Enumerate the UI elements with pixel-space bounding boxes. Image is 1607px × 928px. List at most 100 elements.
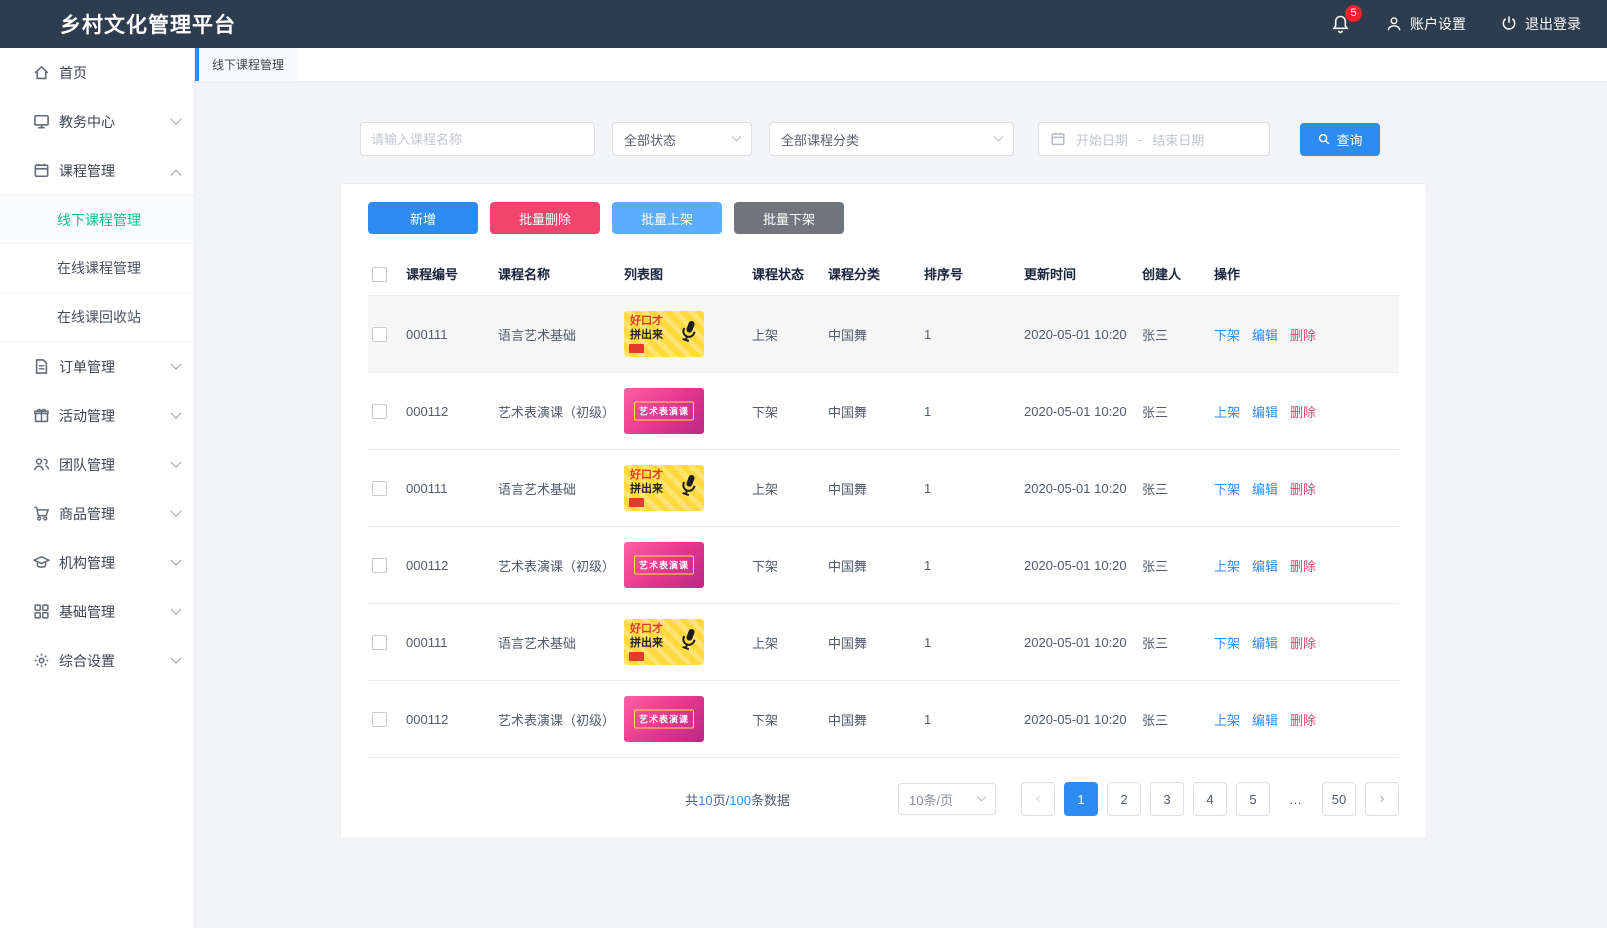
action-edit[interactable]: 编辑 [1252,482,1278,497]
table-row: 000112艺术表演课（初级）艺术表演课下架中国舞12020-05-01 10:… [368,373,1399,450]
sidebar-subitem-offline-course[interactable]: 线下课程管理 [0,195,194,244]
sidebar-item-course-mgmt[interactable]: 课程管理 [0,146,194,195]
sidebar-item-label: 活动管理 [59,406,115,426]
sidebar-item-org-mgmt[interactable]: 机构管理 [0,538,194,587]
sort-number: 1 [920,681,1020,758]
action-off-shelf[interactable]: 下架 [1214,636,1240,651]
sidebar-item-label: 商品管理 [59,504,115,524]
batch-delete-button[interactable]: 批量删除 [490,202,600,234]
chevron-down-icon [170,358,181,369]
row-checkbox[interactable] [372,558,387,573]
column-header: 课程编号 [402,254,494,296]
sidebar-subitem-online-course[interactable]: 在线课程管理 [0,244,194,293]
action-edit[interactable]: 编辑 [1252,405,1278,420]
tab-offline-course[interactable]: 线下课程管理 [195,48,297,81]
creator: 张三 [1138,527,1210,604]
next-page-button[interactable]: › [1365,782,1399,816]
action-off-shelf[interactable]: 下架 [1214,482,1240,497]
sidebar-item-team-mgmt[interactable]: 团队管理 [0,440,194,489]
action-delete[interactable]: 删除 [1290,328,1316,343]
course-id: 000112 [402,681,494,758]
sidebar-item-base-mgmt[interactable]: 基础管理 [0,587,194,636]
status-select[interactable]: 全部状态 [612,122,752,156]
update-time: 2020-05-01 10:20 [1020,450,1138,527]
creator: 张三 [1138,373,1210,450]
action-on-shelf[interactable]: 上架 [1214,713,1240,728]
page-size-select[interactable]: 10条/页 [898,783,996,815]
sort-number: 1 [920,296,1020,373]
page-button-4[interactable]: 4 [1193,782,1227,816]
action-delete[interactable]: 删除 [1290,405,1316,420]
logout-label: 退出登录 [1525,14,1581,34]
sidebar-item-label: 课程管理 [59,161,115,181]
account-settings-button[interactable]: 账户设置 [1385,14,1466,34]
search-button[interactable]: 查询 [1300,123,1380,156]
action-delete[interactable]: 删除 [1290,713,1316,728]
calendar-icon [33,162,50,179]
page-button-5[interactable]: 5 [1236,782,1270,816]
sidebar-item-activity-mgmt[interactable]: 活动管理 [0,391,194,440]
sidebar-item-order-mgmt[interactable]: 订单管理 [0,342,194,391]
page-button-3[interactable]: 3 [1150,782,1184,816]
notifications-button[interactable]: 5 [1330,14,1351,35]
logout-button[interactable]: 退出登录 [1500,14,1581,34]
thumb-text-line2: 拼出来 [630,330,663,341]
sidebar-item-label: 首页 [59,63,87,83]
course-thumbnail: 好口才拼出来 [624,311,704,357]
chevron-down-icon [170,505,181,516]
sidebar-item-home[interactable]: 首页 [0,48,194,97]
action-on-shelf[interactable]: 上架 [1214,405,1240,420]
action-off-shelf[interactable]: 下架 [1214,328,1240,343]
add-button[interactable]: 新增 [368,202,478,234]
action-delete[interactable]: 删除 [1290,482,1316,497]
prev-page-button[interactable]: ‹ [1021,782,1055,816]
chevron-down-icon [170,603,181,614]
category-select[interactable]: 全部课程分类 [769,122,1014,156]
page-button-50[interactable]: 50 [1322,782,1356,816]
page-button-1[interactable]: 1 [1064,782,1098,816]
sidebar-item-goods-mgmt[interactable]: 商品管理 [0,489,194,538]
creator: 张三 [1138,296,1210,373]
sidebar-subitem-online-recycle[interactable]: 在线课回收站 [0,293,194,342]
batch-off-shelf-button[interactable]: 批量下架 [734,202,844,234]
course-status: 上架 [748,450,824,527]
chevron-down-icon [170,652,181,663]
column-header: 课程名称 [494,254,620,296]
select-all-checkbox[interactable] [372,267,387,282]
action-edit[interactable]: 编辑 [1252,713,1278,728]
course-table-card: 新增 批量删除 批量上架 批量下架 课程编号课程名称列表图课程状态课程分类排序 [340,183,1427,839]
thumb-text-line1: 好口才 [630,316,663,327]
microphone-icon [672,311,704,351]
batch-on-shelf-button[interactable]: 批量上架 [612,202,722,234]
thumb-text-line2: 拼出来 [630,484,663,495]
course-thumbnail: 艺术表演课 [624,388,704,434]
table-row: 000111语言艺术基础好口才拼出来上架中国舞12020-05-01 10:20… [368,604,1399,681]
action-on-shelf[interactable]: 上架 [1214,559,1240,574]
action-edit[interactable]: 编辑 [1252,559,1278,574]
microphone-icon [672,465,704,505]
row-checkbox[interactable] [372,481,387,496]
course-category: 中国舞 [824,604,920,681]
table-header-row: 课程编号课程名称列表图课程状态课程分类排序号更新时间创建人操作 [368,254,1399,296]
date-start-placeholder: 开始日期 [1076,130,1128,149]
update-time: 2020-05-01 10:20 [1020,296,1138,373]
sidebar-item-edu-center[interactable]: 教务中心 [0,97,194,146]
action-delete[interactable]: 删除 [1290,636,1316,651]
action-delete[interactable]: 删除 [1290,559,1316,574]
chevron-down-icon [170,407,181,418]
notification-badge: 5 [1345,5,1362,22]
row-checkbox[interactable] [372,327,387,342]
column-header: 操作 [1210,254,1399,296]
school-icon [33,554,50,571]
action-edit[interactable]: 编辑 [1252,328,1278,343]
row-checkbox[interactable] [372,712,387,727]
row-checkbox[interactable] [372,404,387,419]
action-edit[interactable]: 编辑 [1252,636,1278,651]
summary-suffix: 条数据 [751,793,790,808]
date-range-picker[interactable]: 开始日期 - 结束日期 [1038,122,1270,156]
page-button-2[interactable]: 2 [1107,782,1141,816]
calendar-icon [1050,131,1066,147]
row-checkbox[interactable] [372,635,387,650]
sidebar-item-settings[interactable]: 综合设置 [0,636,194,685]
course-name-input[interactable] [360,122,595,156]
